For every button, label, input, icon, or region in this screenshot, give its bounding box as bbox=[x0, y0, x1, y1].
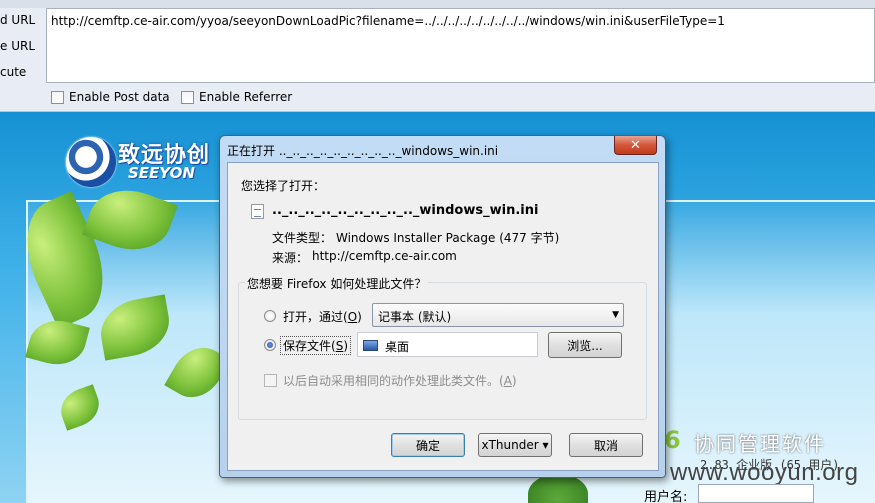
you-chose-label: 您选择了打开： bbox=[241, 179, 326, 193]
product-title: 协同管理软件 bbox=[694, 432, 826, 456]
filename: .._.._.._.._.._.._.._.._.._windows_win.i… bbox=[272, 203, 539, 218]
browse-button[interactable]: 浏览... bbox=[548, 332, 622, 358]
dialog-title: 正在打开 .._.._.._.._.._.._.._.._.._windows_… bbox=[227, 144, 499, 158]
action-question: 您想要 Firefox 如何处理此文件？ bbox=[245, 275, 429, 292]
save-file-radio[interactable] bbox=[264, 339, 276, 351]
open-with-radio[interactable] bbox=[264, 310, 276, 322]
execute-label[interactable]: cute bbox=[0, 65, 26, 79]
url-textarea[interactable]: http://cemftp.ce-air.com/yyoa/seeyonDown… bbox=[46, 8, 875, 83]
load-url-label[interactable]: d URL bbox=[0, 13, 35, 27]
file-type-value: Windows Installer Package (477 字节) bbox=[336, 231, 560, 245]
ok-button[interactable]: 确定 bbox=[391, 433, 465, 457]
username-input[interactable] bbox=[698, 484, 814, 503]
auto-action-label: 以后自动采用相同的动作处理此类文件。(A) bbox=[283, 374, 517, 388]
enable-referrer-checkbox[interactable] bbox=[181, 90, 194, 104]
desktop-icon bbox=[363, 340, 378, 351]
cancel-button[interactable]: 取消 bbox=[569, 433, 643, 457]
save-destination-text: 桌面 bbox=[385, 340, 410, 354]
seeyon-logo-icon bbox=[66, 137, 116, 187]
close-button[interactable]: ✕ bbox=[614, 136, 657, 155]
enable-referrer-label: Enable Referrer bbox=[199, 90, 293, 104]
save-file-label[interactable]: 保存文件(S) bbox=[280, 336, 351, 355]
dialog-body: 您选择了打开： .._.._.._.._.._.._.._.._.._windo… bbox=[227, 162, 659, 471]
open-with-value: 记事本 (默认) bbox=[378, 310, 452, 324]
dropdown-arrow-icon: ▼ bbox=[612, 310, 619, 320]
close-icon: ✕ bbox=[630, 137, 641, 153]
hackbar-top-strip bbox=[0, 0, 875, 8]
download-dialog: 正在打开 .._.._.._.._.._.._.._.._.._windows_… bbox=[219, 135, 666, 478]
save-destination: 桌面 bbox=[357, 332, 538, 357]
open-with-select[interactable]: 记事本 (默认) ▼ bbox=[372, 303, 624, 327]
auto-action-checkbox[interactable] bbox=[264, 374, 277, 387]
enable-post-checkbox[interactable] bbox=[51, 90, 64, 104]
enable-referrer-option[interactable]: Enable Referrer bbox=[181, 90, 292, 104]
source-value: http://cemftp.ce-air.com bbox=[312, 249, 457, 263]
watermark: www.wooyun.org bbox=[670, 459, 859, 486]
username-label: 用户名: bbox=[644, 490, 688, 503]
logo-english-text: SEEYON bbox=[128, 164, 195, 182]
product-mark-icon: 6 bbox=[664, 426, 681, 454]
enable-post-option[interactable]: Enable Post data bbox=[51, 90, 170, 104]
source-label: 来源： bbox=[272, 251, 309, 265]
enable-post-label: Enable Post data bbox=[69, 90, 170, 104]
split-url-label[interactable]: e URL bbox=[0, 39, 35, 53]
file-type-label: 文件类型： bbox=[272, 231, 333, 245]
open-with-label[interactable]: 打开，通过(O) bbox=[283, 308, 362, 325]
xthunder-button[interactable]: xThunder ▾ bbox=[478, 433, 552, 457]
hackbar-panel: d URL e URL cute http://cemftp.ce-air.co… bbox=[0, 0, 875, 112]
file-icon bbox=[251, 204, 264, 219]
